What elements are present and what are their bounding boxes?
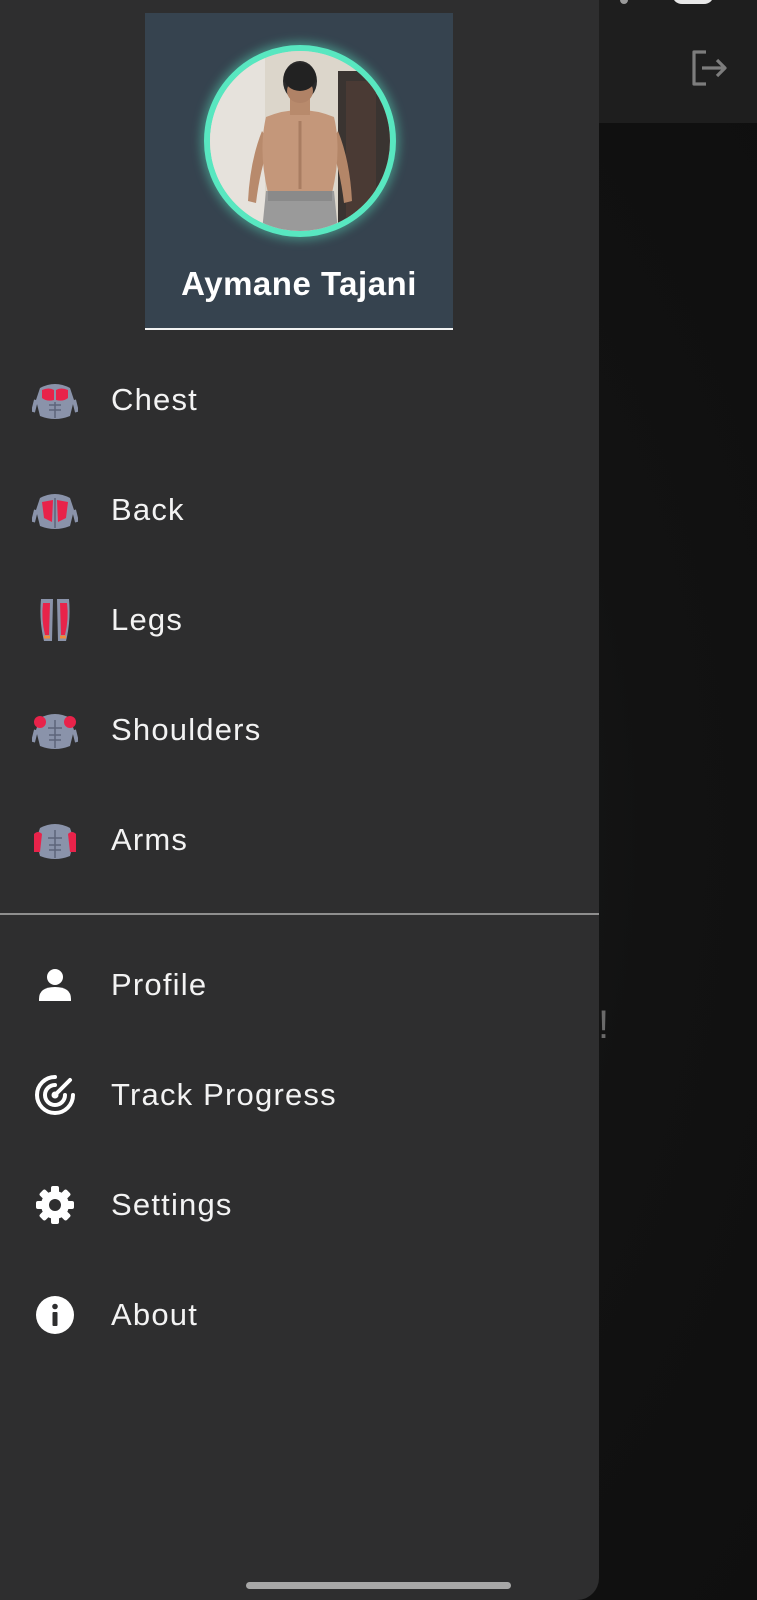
- back-muscle-icon: [31, 486, 79, 534]
- nav-item-about[interactable]: About: [0, 1275, 599, 1355]
- shoulders-muscle-icon: [31, 706, 79, 754]
- avatar[interactable]: [204, 45, 396, 237]
- nav-item-chest[interactable]: Chest: [0, 360, 599, 440]
- nav-item-settings[interactable]: Settings: [0, 1165, 599, 1245]
- radar-icon: [31, 1071, 79, 1119]
- nav-item-arms[interactable]: Arms: [0, 800, 599, 880]
- logout-button[interactable]: [686, 46, 730, 90]
- logout-icon: [692, 50, 727, 86]
- nav-item-label: Track Progress: [111, 1077, 337, 1112]
- arms-muscle-icon: [31, 816, 79, 864]
- nav-item-label: Arms: [111, 822, 189, 857]
- nav-item-label: Profile: [111, 967, 208, 1002]
- nav-item-label: Legs: [111, 602, 184, 637]
- navigation-drawer: Aymane Tajani Chest Back Legs Shoulders …: [0, 0, 599, 1600]
- nav-item-legs[interactable]: Legs: [0, 580, 599, 660]
- gear-icon: [31, 1181, 79, 1229]
- info-icon: [31, 1291, 79, 1339]
- nav-item-label: Chest: [111, 382, 198, 417]
- legs-muscle-icon: [31, 596, 79, 644]
- nav-item-label: Settings: [111, 1187, 233, 1222]
- background-text: !: [598, 1003, 610, 1047]
- home-indicator[interactable]: [246, 1582, 511, 1589]
- drawer-header: Aymane Tajani: [145, 13, 453, 330]
- nav-item-label: About: [111, 1297, 199, 1332]
- chest-muscle-icon: [31, 376, 79, 424]
- nav-item-profile[interactable]: Profile: [0, 945, 599, 1025]
- nav-item-track-progress[interactable]: Track Progress: [0, 1055, 599, 1135]
- nav-item-label: Back: [111, 492, 185, 527]
- nav-item-back[interactable]: Back: [0, 470, 599, 550]
- drawer-divider: [0, 913, 599, 915]
- profile-photo: [210, 51, 390, 231]
- person-icon: [31, 961, 79, 1009]
- nav-item-label: Shoulders: [111, 712, 262, 747]
- app-screen: ! Aymane Tajani Chest Back Legs Shoulder…: [0, 0, 757, 1600]
- nav-item-shoulders[interactable]: Shoulders: [0, 690, 599, 770]
- user-name: Aymane Tajani: [181, 265, 417, 302]
